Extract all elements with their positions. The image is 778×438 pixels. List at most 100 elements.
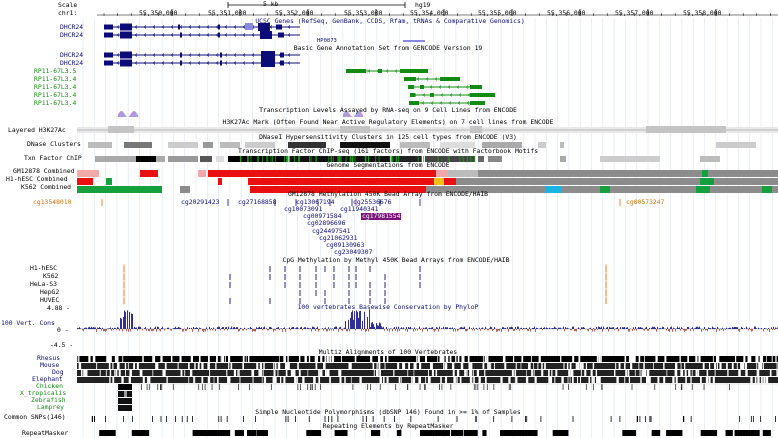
cons-pos-bar (223, 327, 224, 329)
conservation-label[interactable]: 100 Vert. Cons (1, 320, 55, 327)
gencode-label-7[interactable]: RP11-67L3.4 (34, 100, 76, 107)
cons-pos-bar (124, 310, 125, 329)
methyl450-label-hela[interactable]: HeLa-S3 (30, 281, 57, 288)
cons-pos-bar (622, 327, 623, 329)
segmentation-title[interactable]: Genome Segmentations from ENCODE (326, 162, 449, 169)
cons-pos-bar (709, 328, 710, 329)
gencode-label-5[interactable]: RP11-67L3.4 (34, 84, 76, 91)
cons-neg-bar (122, 329, 123, 332)
repeats-label[interactable]: RepeatMasker (22, 430, 68, 437)
dnase-label[interactable]: DNase Clusters (27, 141, 81, 148)
probe-cg23049307[interactable]: cg23049307 (334, 249, 372, 256)
multiz-gap (177, 363, 179, 369)
probe-cg13548010[interactable]: cg13548010 (33, 199, 71, 206)
cons-neg-bar (685, 329, 686, 331)
multiz-gap (106, 356, 110, 362)
probe-cg27168858[interactable]: cg27168858 (238, 199, 276, 206)
repeats-title[interactable]: Repeating Elements by RepeatMasker (323, 423, 454, 430)
snp-title[interactable]: Simple Nucleotide Polymorphisms (dbSNP 1… (255, 409, 520, 416)
cons-pos-bar (521, 327, 522, 329)
snp-label[interactable]: Common SNPs(146) (4, 414, 66, 421)
txn-levels-title[interactable]: Transcription Levels Assayed by RNA-seq … (259, 107, 517, 114)
multiz-label-lamprey[interactable]: Lamprey (37, 404, 64, 411)
methyl450-label-k562[interactable]: K562 (43, 273, 58, 280)
cons-pos-bar (546, 327, 547, 329)
ucsc-gene-label-2[interactable]: DHCR24 (60, 32, 83, 39)
multiz-gap (378, 370, 380, 376)
multiz-gap (292, 370, 296, 376)
segmentation-block (478, 170, 778, 177)
multiz-gap (646, 370, 649, 376)
cons-pos-bar (464, 326, 465, 329)
methyl450-label-huvec[interactable]: HUVEC (40, 297, 59, 304)
multiz-gap (775, 356, 777, 362)
tfbs-motif (287, 156, 288, 162)
cons-neg-bar (707, 329, 708, 332)
cons-pos-bar (584, 327, 585, 329)
conservation-wiggle[interactable] (77, 309, 778, 332)
multiz-chicken-block (419, 384, 421, 390)
gencode-label-4[interactable]: RP11-67L3.4 (34, 76, 76, 83)
tfbs-label[interactable]: Txn Factor ChIP (24, 155, 82, 162)
cons-pos-bar (511, 326, 512, 329)
cons-pos-bar (459, 328, 460, 329)
conservation-title[interactable]: 100 vertebrates Basewise Conservation by… (298, 304, 479, 311)
multiz-title[interactable]: Multiz Alignments of 100 Vertebrates (319, 349, 458, 356)
probe-cg02896696[interactable]: cg02896696 (307, 220, 345, 227)
h3k27ac-title[interactable]: H3K27Ac Mark (Often Found Near Active Re… (223, 119, 554, 126)
multiz-alignment-blocks[interactable] (77, 356, 778, 411)
ucsc-gene-label-1[interactable]: DHCR24 (60, 24, 83, 31)
multiz-chicken-block (161, 384, 163, 390)
cons-pos-bar (86, 327, 87, 329)
cons-pos-bar (358, 317, 359, 329)
multiz-chicken-block (631, 384, 633, 390)
cons-pos-bar (199, 327, 200, 329)
methyl450-label-h1[interactable]: H1-hESC (30, 265, 57, 272)
h3k27ac-label[interactable]: Layered H3K27Ac (8, 127, 66, 134)
cons-pos-bar (339, 327, 340, 329)
cons-neg-bar (156, 329, 157, 332)
probe-cg00573247[interactable]: cg00573247 (626, 199, 664, 206)
multiz-gap (207, 363, 210, 369)
multiz-gap (452, 370, 455, 376)
multiz-gap (595, 370, 598, 376)
multiz-chicken-block (367, 384, 369, 390)
methyl450-title[interactable]: CpG Methylation by Methyl 450K Bead Arra… (282, 257, 509, 264)
ucsc-dhcr24-1-exon (178, 24, 180, 30)
segmentation-label-gm12878[interactable]: GM12878 Combined (13, 168, 75, 175)
gencode-label-1[interactable]: DHCR24 (60, 52, 83, 59)
multiz-gap (437, 356, 439, 362)
cons-neg-bar (326, 329, 327, 332)
gencode-title[interactable]: Basic Gene Annotation Set from GENCODE V… (294, 45, 483, 52)
gencode-label-2[interactable]: DHCR24 (60, 60, 83, 67)
repeatmasker-blocks[interactable] (99, 430, 771, 436)
cons-neg-bar (576, 329, 577, 332)
cons-neg-bar (183, 329, 184, 332)
multiz-gap (189, 370, 193, 376)
cons-neg-bar (128, 329, 129, 332)
multiz-gap (253, 370, 254, 376)
gene-models[interactable] (104, 23, 495, 105)
cons-pos-bar (335, 326, 336, 329)
gencode-label-3[interactable]: RP11-67L3.5 (34, 68, 76, 75)
ucsc-genes-title[interactable]: UCSC Genes (RefSeq, GenBank, CCDS, Rfam,… (255, 18, 524, 25)
multiz-gap (530, 356, 532, 362)
methyl450-label-hepg2[interactable]: HepG2 (40, 289, 59, 296)
cons-neg-bar (212, 329, 213, 331)
multiz-gap (273, 377, 277, 383)
tfbs-title[interactable]: Transcription Factor ChIP-seq (161 facto… (238, 148, 538, 155)
rna-signal (362, 114, 364, 117)
methyl-gm-title[interactable]: GM12878 Methylation 450K Bead Array from… (288, 191, 488, 198)
cons-neg-bar (224, 329, 225, 331)
dnase-title[interactable]: DNaseI Hypersensitivity Clusters in 125 … (259, 134, 517, 141)
multiz-gap (663, 363, 665, 369)
multiz-gap (450, 356, 452, 362)
segmentation-label-k562[interactable]: K562 Combined (21, 184, 71, 191)
segmentation-label-h1[interactable]: H1-hESC Combined (6, 176, 68, 183)
multiz-gap (216, 356, 218, 362)
probe-cg17981554[interactable]: cg17981554 (361, 213, 402, 220)
gencode-label-6[interactable]: RP11-67L3.4 (34, 92, 76, 99)
probe-cg20291423[interactable]: cg20291423 (181, 199, 219, 206)
multiz-gap (152, 356, 154, 362)
cons-pos-bar (682, 328, 683, 329)
